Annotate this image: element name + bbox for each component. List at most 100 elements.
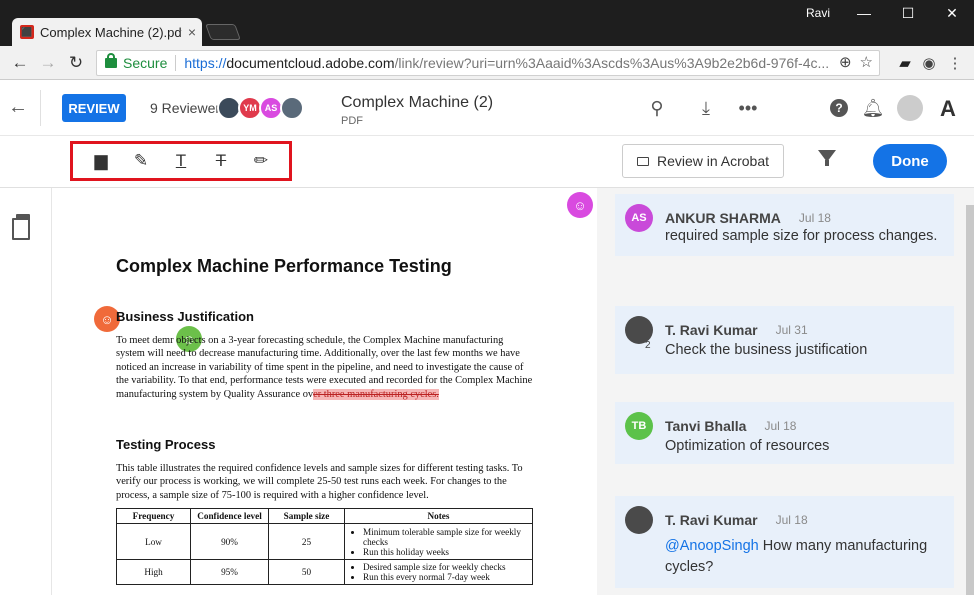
download-icon[interactable]: ⤓ [693, 96, 719, 120]
url-path: /link/review?uri=urn%3Aaaid%3Ascds%3Aus%… [394, 55, 830, 71]
comment-author: ANKUR SHARMA [665, 210, 781, 226]
browser-user-name[interactable]: Ravi [800, 6, 836, 20]
scrollbar[interactable] [966, 205, 974, 595]
zoom-icon[interactable]: ⊕ [839, 53, 852, 71]
avatar: AS [625, 204, 653, 232]
pdf-page: ☺ Complex Machine Performance Testing ☺ … [52, 188, 597, 595]
pdf-paragraph: This table illustrates the required conf… [116, 463, 523, 501]
avatar [280, 96, 304, 120]
back-icon[interactable]: ← [8, 51, 32, 75]
reply-count-badge[interactable]: 2 [645, 340, 651, 351]
user-mention-link[interactable]: @AnoopSingh [665, 538, 759, 554]
extension-icon[interactable]: ▰ [894, 52, 916, 74]
comment-text: Check the business justification [665, 342, 868, 358]
list-item: Desired sample size for weekly checks [363, 562, 528, 572]
monitor-icon [636, 156, 649, 166]
list-item: Run this every normal 7-day week [363, 572, 528, 582]
document-viewer[interactable]: ☺ Complex Machine Performance Testing ☺ … [52, 188, 597, 595]
comment-card[interactable]: T. Ravi Kumar Jul 31 2 Check the busines… [615, 306, 954, 374]
document-title: Complex Machine (2) [341, 94, 494, 111]
strikethrough-annotation[interactable]: er three manufacturing cycles. [313, 388, 439, 400]
comment-card[interactable]: TB Tanvi Bhalla Jul 18 Optimization of r… [615, 402, 954, 464]
pdf-text: To meet dem [116, 335, 171, 346]
comment-card[interactable]: T. Ravi Kumar Jul 18 @AnoopSingh How man… [615, 496, 954, 588]
review-in-acrobat-button[interactable]: Review in Acrobat [622, 144, 784, 178]
comments-panel[interactable]: AS ANKUR SHARMA Jul 18 required sample s… [597, 188, 974, 595]
address-bar: ← → ↻ Secure https:// documentcloud.adob… [0, 46, 974, 80]
strikethrough-tool-icon[interactable]: T [208, 151, 234, 171]
adobe-logo-icon[interactable]: A [940, 96, 956, 122]
filter-icon-stem [825, 160, 829, 166]
comment-date: Jul 18 [775, 513, 808, 527]
pdf-subheading: Testing Process [116, 437, 216, 452]
table-cell: 25 [268, 523, 345, 560]
url-domain: documentcloud.adobe.com [226, 55, 395, 71]
table-row: Low 90% 25 Minimum tolerable sample size… [116, 523, 533, 560]
secure-label: Secure [123, 55, 168, 71]
comment-card[interactable]: AS ANKUR SHARMA Jul 18 required sample s… [615, 194, 954, 256]
table-cell: Desired sample size for weekly checksRun… [344, 559, 533, 585]
comment-date: Jul 18 [764, 419, 797, 433]
comment-date: Jul 18 [798, 211, 831, 225]
comment-text: Optimization of resources [665, 438, 830, 454]
more-icon[interactable]: ••• [735, 96, 761, 120]
comment-tool-icon[interactable]: ▆ [88, 151, 114, 171]
comment-author: T. Ravi Kumar [665, 322, 758, 338]
list-item: Run this holiday weeks [363, 547, 528, 557]
forward-icon[interactable]: → [36, 51, 60, 75]
browser-tab[interactable]: ⬛ Complex Machine (2).pdf × [12, 18, 202, 46]
highlight-tool-icon[interactable]: ✎ [128, 151, 154, 171]
comment-author: Tanvi Bhalla [665, 418, 747, 434]
comment-marker-icon[interactable]: ☺ [567, 192, 593, 218]
pdf-heading: Complex Machine Performance Testing [116, 256, 452, 276]
table-header: Frequency [116, 508, 191, 524]
reviewer-avatars[interactable]: YM AS [217, 96, 304, 120]
url-field[interactable]: Secure https:// documentcloud.adobe.com … [96, 50, 880, 76]
annotation-tools-group: ▆ ✎ T T ✏ [70, 141, 292, 181]
reload-icon[interactable]: ↻ [64, 51, 88, 75]
comment-date: Jul 31 [775, 323, 808, 337]
review-button[interactable]: REVIEW [62, 94, 126, 122]
pdf-icon: ⬛ [20, 25, 34, 39]
comment-text: @AnoopSingh How many manufacturing cycle… [665, 536, 944, 578]
pocket-icon[interactable]: ◉ [918, 52, 940, 74]
profile-icon[interactable] [897, 95, 923, 121]
table-row: High 95% 50 Desired sample size for week… [116, 559, 533, 585]
done-button[interactable]: Done [873, 144, 947, 178]
minimize-icon[interactable]: — [842, 0, 886, 26]
app-header: ← REVIEW 9 Reviewers YM AS Complex Machi… [0, 80, 974, 136]
review-in-acrobat-label: Review in Acrobat [656, 153, 770, 169]
help-icon[interactable]: ? [826, 96, 852, 120]
table-header: Confidence level [190, 508, 269, 524]
notifications-icon[interactable]: 🔔︎ [860, 96, 886, 120]
table-cell: Minimum tolerable sample size for weekly… [344, 523, 533, 560]
pages-icon[interactable] [12, 214, 30, 240]
reviewers-count[interactable]: 9 Reviewers [150, 100, 227, 116]
pdf-subheading: Business Justification [116, 309, 254, 324]
table-cell: 50 [268, 559, 345, 585]
annotation-toolbar: ▆ ✎ T T ✏ Review in Acrobat Done [0, 136, 974, 188]
table-cell: High [116, 559, 191, 585]
menu-icon[interactable]: ⋮ [944, 52, 966, 74]
search-icon[interactable]: ⚲ [644, 96, 670, 120]
maximize-icon[interactable]: ☐ [886, 0, 930, 26]
avatar [625, 506, 653, 534]
new-tab-button[interactable] [205, 24, 241, 40]
bookmark-star-icon[interactable]: ☆ [860, 53, 873, 71]
lock-icon [105, 53, 117, 68]
comment-author: T. Ravi Kumar [665, 512, 758, 528]
table-cell: Low [116, 523, 191, 560]
divider [175, 55, 177, 71]
close-tab-icon[interactable]: × [182, 24, 202, 40]
divider [40, 90, 41, 126]
table-cell: 90% [190, 523, 269, 560]
avatar: TB [625, 412, 653, 440]
back-arrow-icon[interactable]: ← [8, 96, 28, 119]
draw-tool-icon[interactable]: ✏ [248, 151, 274, 171]
underline-tool-icon[interactable]: T [168, 151, 194, 171]
url-scheme: https:// [184, 55, 227, 71]
window-close-icon[interactable]: ✕ [930, 0, 974, 26]
document-type: PDF [341, 115, 363, 127]
browser-title-bar: ⬛ Complex Machine (2).pdf × Ravi — ☐ ✕ [0, 0, 974, 46]
comment-text: required sample size for process changes… [665, 228, 938, 244]
